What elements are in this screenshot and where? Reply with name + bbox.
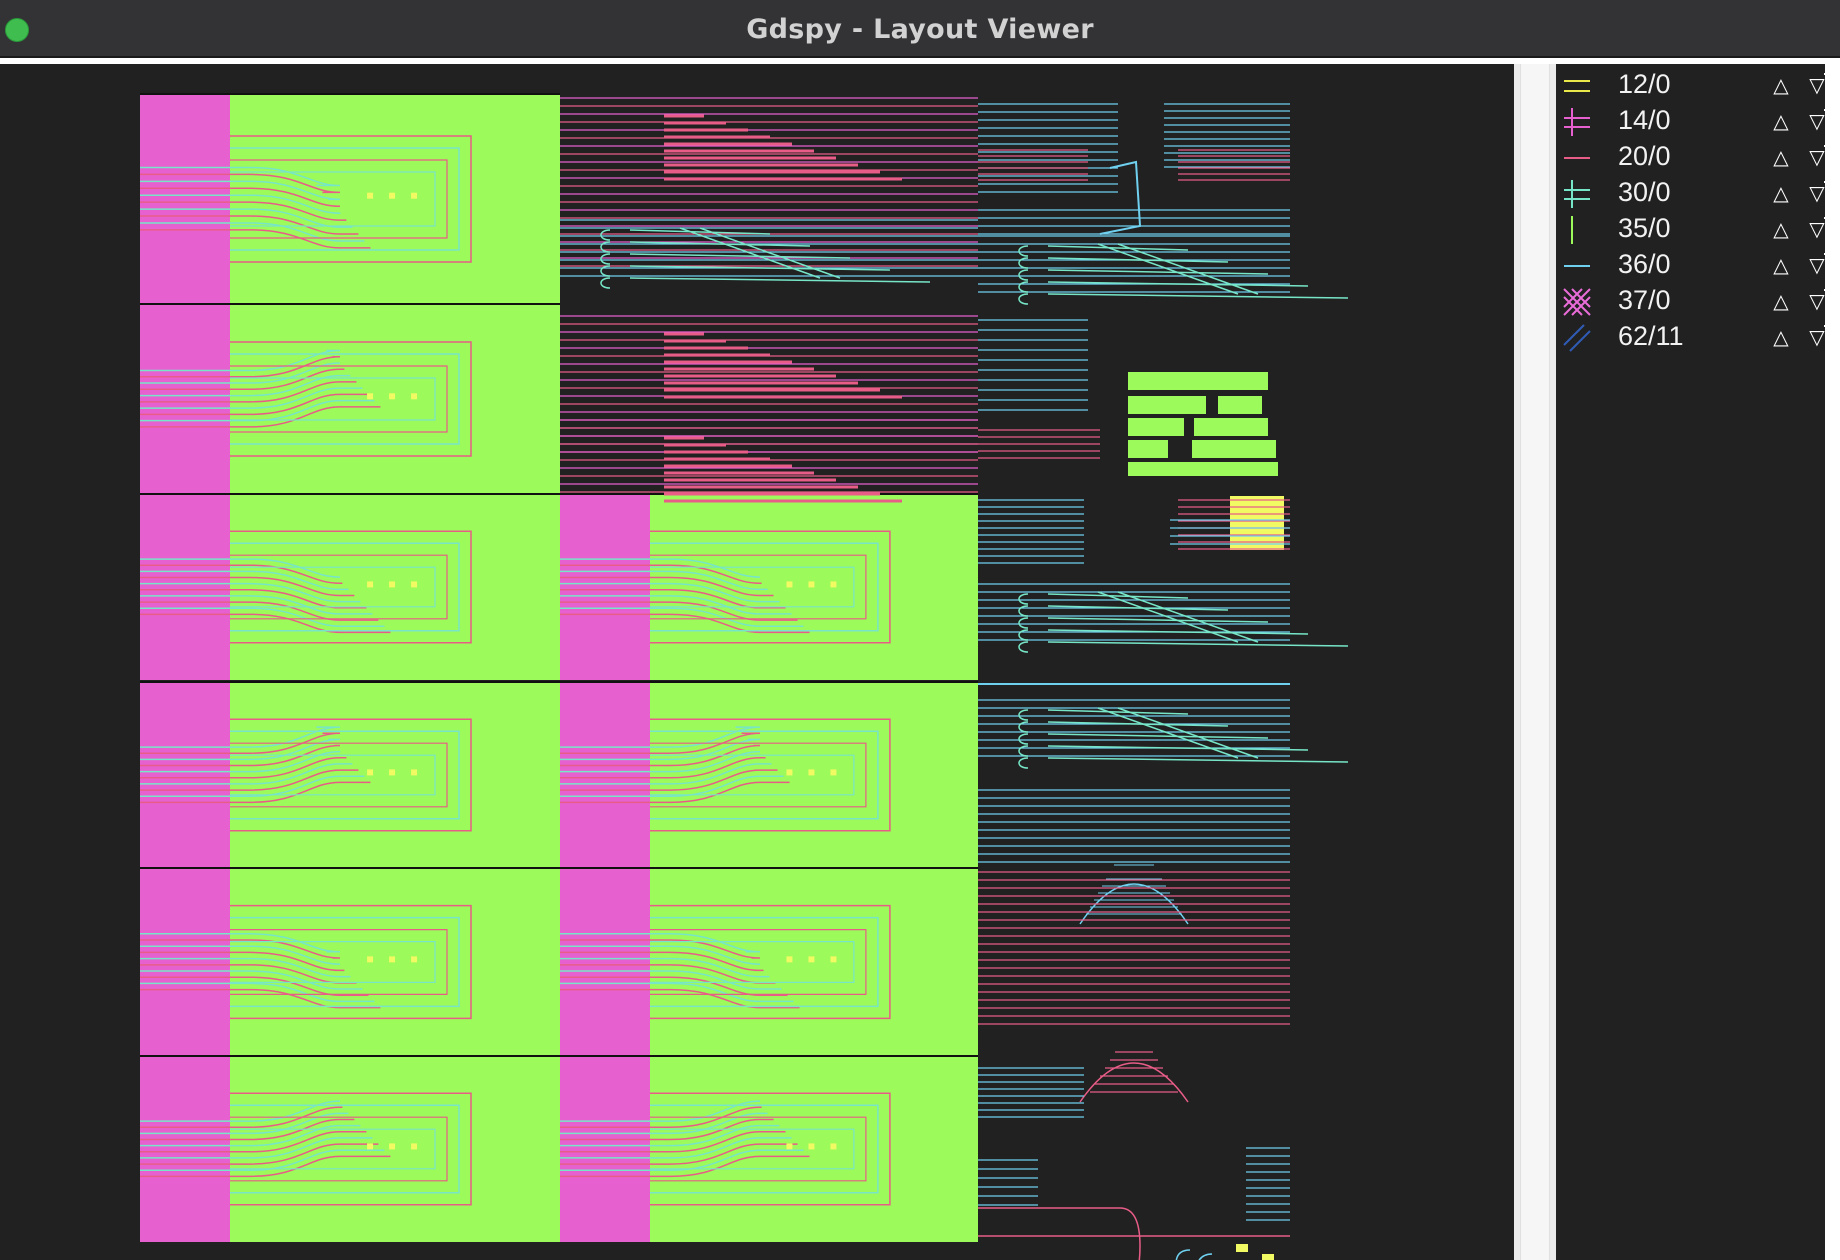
chip-facet [140, 94, 230, 304]
hline-icon [1564, 265, 1590, 267]
chip-facet [140, 304, 230, 494]
pad-marker [830, 1143, 837, 1150]
layer-name: 12/0 [1618, 69, 1671, 99]
pad-marker [367, 956, 374, 963]
pad-marker [786, 769, 793, 776]
hline-icon [1564, 80, 1590, 92]
layout-drawing[interactable] [0, 64, 1514, 1260]
pad-marker [411, 1143, 418, 1150]
test-structure [1192, 440, 1276, 458]
layer-row-14-0[interactable]: 14/0 △ ▽ [1556, 104, 1838, 140]
layer-row-37-0[interactable]: 37/0 △ ▽ [1556, 284, 1838, 320]
layer-name: 35/0 [1618, 213, 1671, 243]
chip-facet [140, 682, 230, 868]
pad-marker [808, 769, 815, 776]
layer-name: 62/11 [1618, 321, 1684, 351]
layer-panel: 12/0 △ ▽ 14/0 △ ▽ 20/0 △ ▽ 30/0 △ ▽ 35/0 △ ▽ 36/0 △ ▽ 37/0… [1556, 64, 1838, 1260]
pad-marker [367, 769, 374, 776]
layer-name: 14/0 [1618, 105, 1671, 135]
chip-facet [560, 1056, 650, 1242]
move-layer-up-button[interactable]: △ [1770, 252, 1792, 278]
layer-row-12-0[interactable]: 12/0 △ ▽ [1556, 68, 1838, 104]
layer-row-62-11[interactable]: 62/11 △ ▽ [1556, 320, 1838, 356]
title-bar: Gdspy - Layout Viewer [0, 0, 1840, 58]
pad-marker [411, 581, 418, 588]
move-layer-up-button[interactable]: △ [1770, 216, 1792, 242]
layer-name: 20/0 [1618, 141, 1671, 171]
chip-facet [140, 494, 230, 680]
chip-facet [560, 682, 650, 868]
move-layer-up-button[interactable]: △ [1770, 288, 1792, 314]
pad-marker [411, 192, 418, 199]
pad-marker [411, 956, 418, 963]
test-structure [1128, 396, 1206, 414]
test-structure [1128, 462, 1278, 476]
test-structure [1218, 396, 1262, 414]
pad-marker [786, 1143, 793, 1150]
pad-marker [830, 769, 837, 776]
layer-row-36-0[interactable]: 36/0 △ ▽ [1556, 248, 1838, 284]
test-structure [1128, 440, 1168, 458]
hash-icon [1564, 108, 1590, 136]
hline-icon [1564, 157, 1590, 159]
pad-marker [786, 581, 793, 588]
layout-canvas[interactable] [0, 64, 1514, 1260]
pad-marker [389, 581, 396, 588]
pad-marker [1236, 1244, 1248, 1252]
canvas-splitter[interactable] [1514, 64, 1556, 1260]
panel-edge [1825, 64, 1840, 1260]
pad-marker [411, 393, 418, 400]
layer-name: 30/0 [1618, 177, 1671, 207]
chip-facet [560, 868, 650, 1056]
diagonal-hatch-icon [1563, 324, 1591, 352]
vline-icon [1571, 216, 1573, 244]
chip-facet [140, 1056, 230, 1242]
pad-marker [367, 192, 374, 199]
layer-name: 36/0 [1618, 249, 1671, 279]
pad-marker [389, 192, 396, 199]
crosshatch-icon [1563, 288, 1591, 316]
pad-marker [830, 956, 837, 963]
layer-row-35-0[interactable]: 35/0 △ ▽ [1556, 212, 1838, 248]
test-structure [1194, 418, 1268, 436]
pad-marker [367, 1143, 374, 1150]
chip-facet [140, 868, 230, 1056]
test-structure [1128, 418, 1184, 436]
pad-marker [411, 769, 418, 776]
move-layer-up-button[interactable]: △ [1770, 108, 1792, 134]
splitter-track[interactable] [1520, 64, 1550, 1260]
move-layer-up-button[interactable]: △ [1770, 324, 1792, 350]
test-structure [1128, 372, 1268, 390]
pad-marker [367, 581, 374, 588]
window-title: Gdspy - Layout Viewer [746, 14, 1094, 45]
pad-marker [786, 956, 793, 963]
move-layer-up-button[interactable]: △ [1770, 144, 1792, 170]
hash-icon [1564, 180, 1590, 208]
move-layer-up-button[interactable]: △ [1770, 72, 1792, 98]
pad-marker [808, 1143, 815, 1150]
pad-marker [389, 956, 396, 963]
chip-facet [560, 494, 650, 680]
move-layer-up-button[interactable]: △ [1770, 180, 1792, 206]
pad-marker [389, 1143, 396, 1150]
pad-marker [367, 393, 374, 400]
layer-row-20-0[interactable]: 20/0 △ ▽ [1556, 140, 1838, 176]
pad-marker [389, 393, 396, 400]
pad-marker [1262, 1254, 1274, 1260]
pad-marker [830, 581, 837, 588]
layer-row-30-0[interactable]: 30/0 △ ▽ [1556, 176, 1838, 212]
layer-name: 37/0 [1618, 285, 1671, 315]
pad-marker [808, 956, 815, 963]
pad-marker [808, 581, 815, 588]
pad-marker [389, 769, 396, 776]
